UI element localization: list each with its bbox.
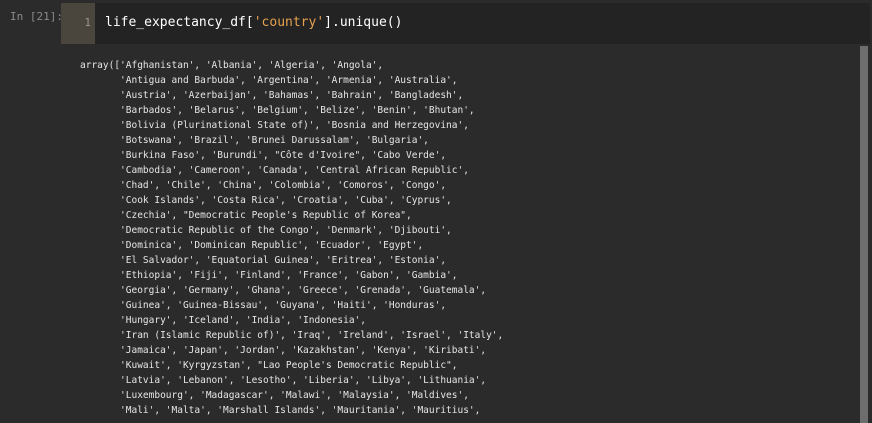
cell-output: array(['Afghanistan', 'Albania', 'Algeri… [0,46,872,423]
line-number-gutter: 1 [61,3,95,44]
output-line: 'Iran (Islamic Republic of)', 'Iraq', 'I… [80,330,504,341]
output-line: 'Cook Islands', 'Costa Rica', 'Croatia',… [80,195,452,206]
code-suffix: ].unique() [324,15,403,30]
code-string-literal: 'country' [253,15,325,30]
output-line: 'Dominica', 'Dominican Republic', 'Ecuad… [80,240,424,251]
code-cell[interactable]: In [21]: 1 life_expectancy_df['country']… [0,0,872,46]
output-line: 'Burkina Faso', 'Burundi', "Côte d'Ivoir… [80,150,447,161]
output-line: 'Georgia', 'Germany', 'Ghana', 'Greece',… [80,285,487,296]
output-line: 'Antigua and Barbuda', 'Argentina', 'Arm… [80,75,458,86]
code-editor[interactable]: life_expectancy_df['country'].unique() [95,3,870,44]
output-line: 'Hungary', 'Iceland', 'India', 'Indonesi… [80,315,366,326]
output-line: 'Democratic Republic of the Congo', 'Den… [80,225,452,236]
code-prefix: life_expectancy_df[ [105,15,254,30]
output-line: 'Ethiopia', 'Fiji', 'Finland', 'France',… [80,270,458,281]
output-line: 'Luxembourg', 'Madagascar', 'Malawi', 'M… [80,390,469,401]
output-text: array(['Afghanistan', 'Albania', 'Algeri… [80,58,503,418]
output-line: 'Cambodia', 'Cameroon', 'Canada', 'Centr… [80,165,469,176]
output-line: 'Guinea', 'Guinea-Bissau', 'Guyana', 'Ha… [80,300,447,311]
output-line: array(['Afghanistan', 'Albania', 'Algeri… [80,60,384,71]
scrollbar-thumb[interactable] [860,46,868,423]
output-line: 'Jamaica', 'Japan', 'Jordan', 'Kazakhsta… [80,345,487,356]
output-line: 'El Salvador', 'Equatorial Guinea', 'Eri… [80,255,447,266]
output-line: 'Czechia', "Democratic People's Republic… [80,210,412,221]
output-line: 'Botswana', 'Brazil', 'Brunei Darussalam… [80,135,429,146]
output-line: 'Bolivia (Plurinational State of)', 'Bos… [80,120,469,131]
output-line: 'Austria', 'Azerbaijan', 'Bahamas', 'Bah… [80,90,464,101]
output-line: 'Chad', 'Chile', 'China', 'Colombia', 'C… [80,180,447,191]
code-line[interactable]: life_expectancy_df['country'].unique() [105,15,402,30]
output-line: 'Mali', 'Malta', 'Marshall Islands', 'Ma… [80,405,481,416]
output-line: 'Latvia', 'Lebanon', 'Lesotho', 'Liberia… [80,375,487,386]
output-line: 'Kuwait', 'Kyrgyzstan', "Lao People's De… [80,360,458,371]
output-scrollbar[interactable] [860,46,868,423]
output-line: 'Barbados', 'Belarus', 'Belgium', 'Beliz… [80,105,475,116]
input-prompt: In [21]: [10,10,63,23]
line-number: 1 [84,16,91,29]
